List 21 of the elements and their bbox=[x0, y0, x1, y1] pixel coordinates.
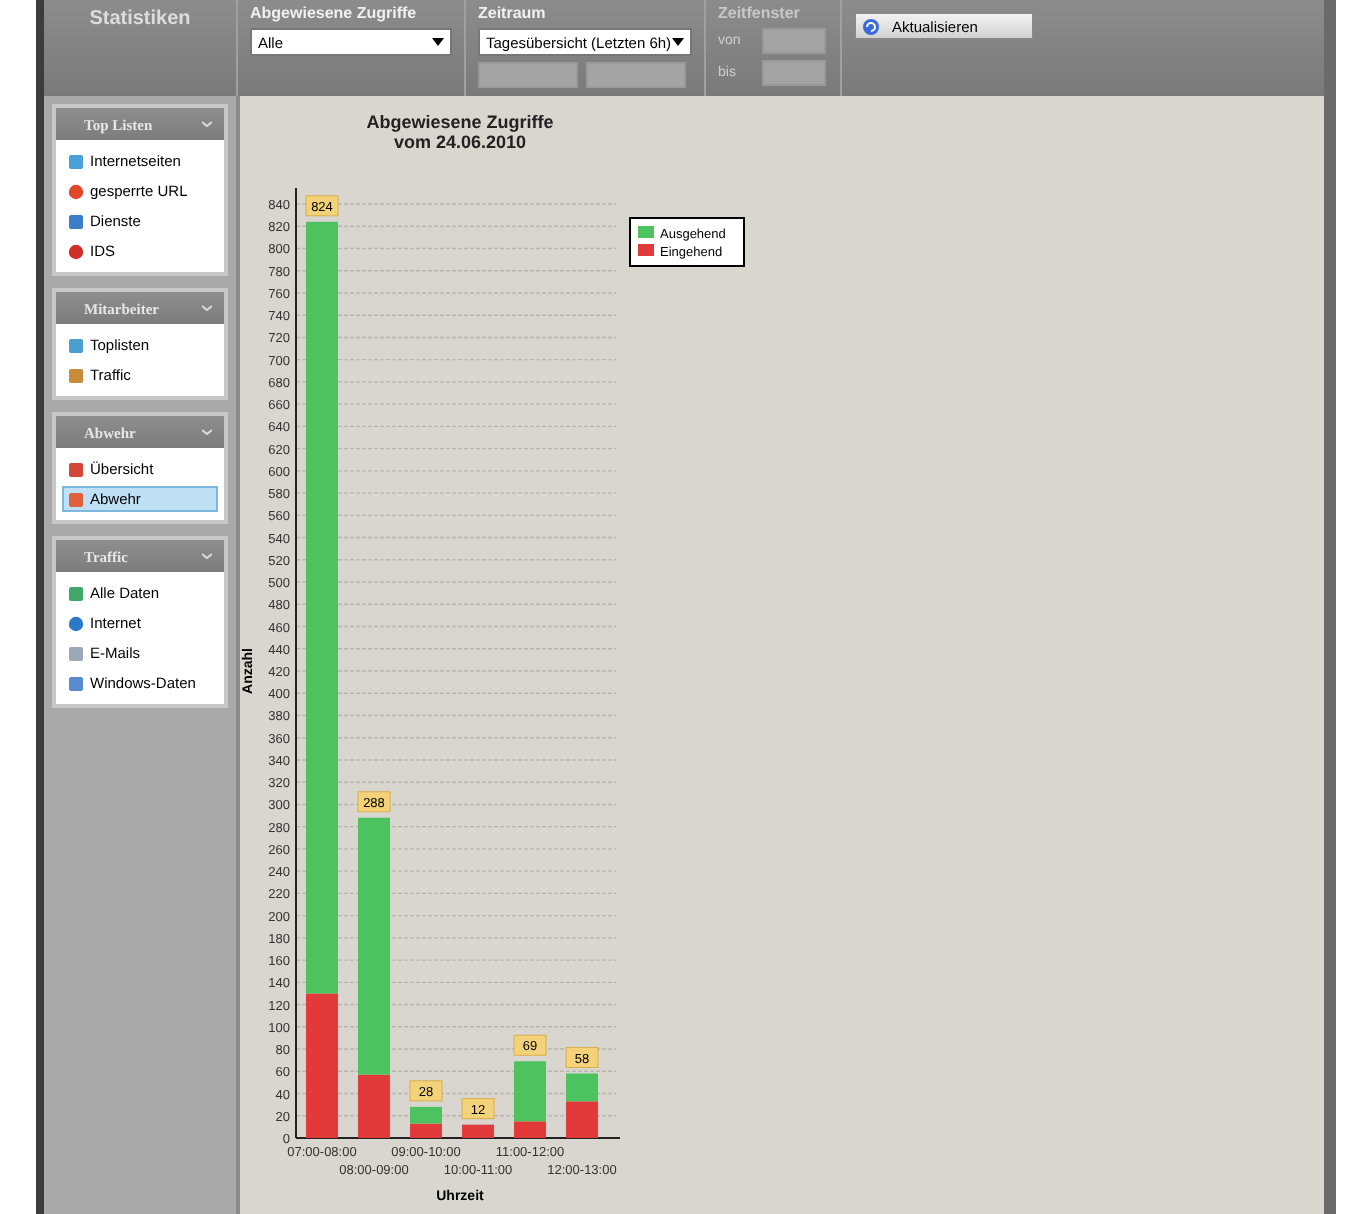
dropdown-caret-icon bbox=[432, 38, 444, 46]
bar bbox=[566, 1101, 598, 1138]
bar bbox=[410, 1106, 442, 1124]
collapse-icon bbox=[202, 119, 212, 129]
collapse-icon bbox=[202, 427, 212, 437]
legend bbox=[629, 217, 745, 267]
start-date-field[interactable] bbox=[478, 62, 578, 88]
from-time-field[interactable] bbox=[762, 28, 826, 54]
dropdown-caret-icon bbox=[672, 38, 684, 46]
period-label: Zeitraum bbox=[478, 4, 548, 22]
refresh-icon bbox=[862, 17, 880, 35]
filter-label: Abgewiesene Zugriffe bbox=[250, 4, 419, 22]
bar bbox=[566, 1073, 598, 1102]
bar bbox=[462, 1124, 494, 1138]
time-window-label: Zeitfenster bbox=[718, 4, 802, 22]
collapse-icon bbox=[202, 551, 212, 561]
collapse-icon bbox=[202, 303, 212, 313]
chart-title: Abgewiesene Zugriffe vom 24.06.2010 bbox=[366, 112, 554, 152]
sidebar-title: Statistiken bbox=[89, 8, 191, 34]
to-time-field[interactable] bbox=[762, 60, 826, 86]
end-date-field[interactable] bbox=[586, 62, 686, 88]
